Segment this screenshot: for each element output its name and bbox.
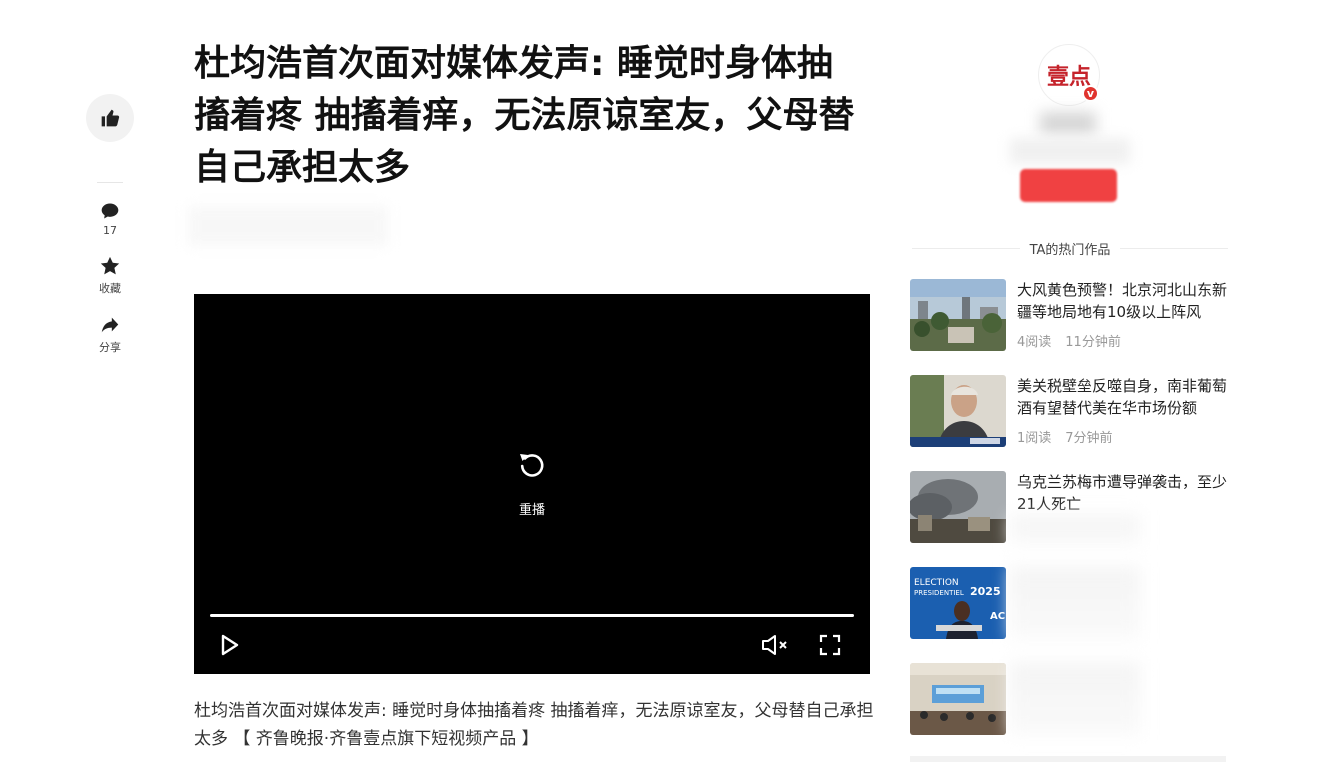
thumbnail-election: ELECTION PRESIDENTIEL 2025 AC [910, 567, 1006, 639]
share-button[interactable]: 分享 [86, 314, 134, 355]
progress-bar[interactable] [210, 614, 854, 617]
hot-item-title: 乌克兰苏梅市遭导弹袭击，至少21人死亡 [1017, 473, 1228, 513]
hot-item-title-blurred [1010, 663, 1140, 735]
article-meta-blurred [188, 206, 388, 246]
hot-item-reads: 1阅读 [1017, 431, 1052, 446]
hot-works-title: TA的热门作品 [1019, 243, 1121, 258]
volume-muted-icon [762, 635, 787, 655]
collect-label: 收藏 [99, 282, 121, 295]
action-rail: 17 收藏 分享 [86, 94, 134, 373]
article-title: 杜均浩首次面对媒体发声: 睡觉时身体抽搐着疼 抽搐着痒，无法原谅室友，父母替自己… [194, 43, 855, 188]
play-button[interactable] [220, 633, 240, 661]
thumbnail-conference [910, 663, 1006, 735]
hot-item-stats: 1阅读 7分钟前 [1017, 427, 1127, 446]
like-button[interactable] [86, 94, 134, 142]
thumb-text-presidentiel: PRESIDENTIEL [914, 589, 964, 597]
hot-item[interactable] [910, 663, 1230, 735]
hot-item-stats-blurred [1010, 515, 1140, 545]
comment-count: 17 [103, 224, 117, 237]
collect-button[interactable]: 收藏 [86, 255, 134, 296]
comment-icon [101, 203, 119, 219]
comment-button[interactable]: 17 [86, 201, 134, 237]
fullscreen-icon [819, 634, 841, 656]
thumbnail-smoke [910, 471, 1006, 543]
hot-item[interactable]: 乌克兰苏梅市遭导弹袭击，至少21人死亡 [910, 471, 1230, 545]
hot-item-reads: 4阅读 [1017, 335, 1052, 350]
hot-item-title: 大风黄色预警！北京河北山东新疆等地局地有10级以上阵风 [1017, 281, 1228, 321]
hot-item-title-blurred [1010, 567, 1140, 639]
hot-item[interactable]: 大风黄色预警！北京河北山东新疆等地局地有10级以上阵风 4阅读 11分钟前 [910, 279, 1230, 351]
replay-icon [520, 454, 544, 477]
video-player[interactable]: 重播 [194, 294, 870, 674]
hot-item[interactable]: ELECTION PRESIDENTIEL 2025 AC [910, 567, 1230, 639]
hot-item-title: 美关税壁垒反噬自身，南非葡萄酒有望替代美在华市场份额 [1017, 377, 1228, 417]
verified-badge-icon: v [1082, 85, 1099, 102]
share-label: 分享 [99, 341, 121, 354]
hot-item-time: 11分钟前 [1065, 335, 1121, 350]
thumbnail-city [910, 279, 1006, 351]
thumb-text-election: ELECTION [914, 578, 959, 588]
author-desc-blurred [1010, 138, 1130, 164]
thumb-text-ac: AC [990, 611, 1005, 622]
author-name-blurred [1040, 112, 1096, 134]
sidebar-footer-bar [910, 756, 1226, 762]
thumbs-up-icon [101, 109, 120, 127]
mute-button[interactable] [760, 633, 790, 661]
play-icon [221, 634, 239, 656]
follow-button[interactable] [1020, 169, 1117, 202]
replay-label: 重播 [518, 503, 545, 518]
rail-divider [97, 182, 123, 183]
thumb-text-year: 2025 [970, 585, 1001, 598]
hot-works-header: TA的热门作品 [912, 238, 1228, 258]
hot-item-time: 7分钟前 [1065, 431, 1113, 446]
replay-button[interactable]: 重播 [494, 449, 570, 518]
hot-item[interactable]: 美关税壁垒反噬自身，南非葡萄酒有望替代美在华市场份额 1阅读 7分钟前 [910, 375, 1230, 447]
fullscreen-button[interactable] [818, 633, 842, 661]
star-icon [100, 256, 120, 275]
thumbnail-man [910, 375, 1006, 447]
hot-item-stats: 4阅读 11分钟前 [1017, 331, 1135, 350]
video-caption: 杜均浩首次面对媒体发声: 睡觉时身体抽搐着疼 抽搐着痒，无法原谅室友，父母替自己… [194, 701, 874, 749]
share-icon [101, 317, 119, 333]
